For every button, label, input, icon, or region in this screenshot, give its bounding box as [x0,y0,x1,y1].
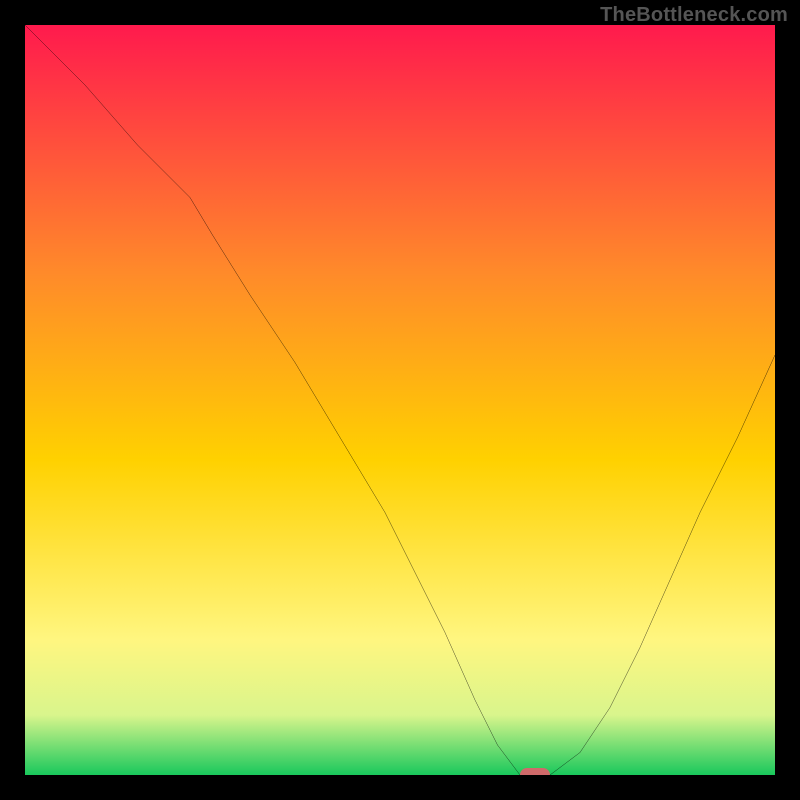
bottleneck-curve [25,25,775,775]
optimal-point-marker [520,768,550,775]
plot-area [25,25,775,775]
watermark-text: TheBottleneck.com [600,4,788,27]
outer-frame: TheBottleneck.com [0,0,800,800]
